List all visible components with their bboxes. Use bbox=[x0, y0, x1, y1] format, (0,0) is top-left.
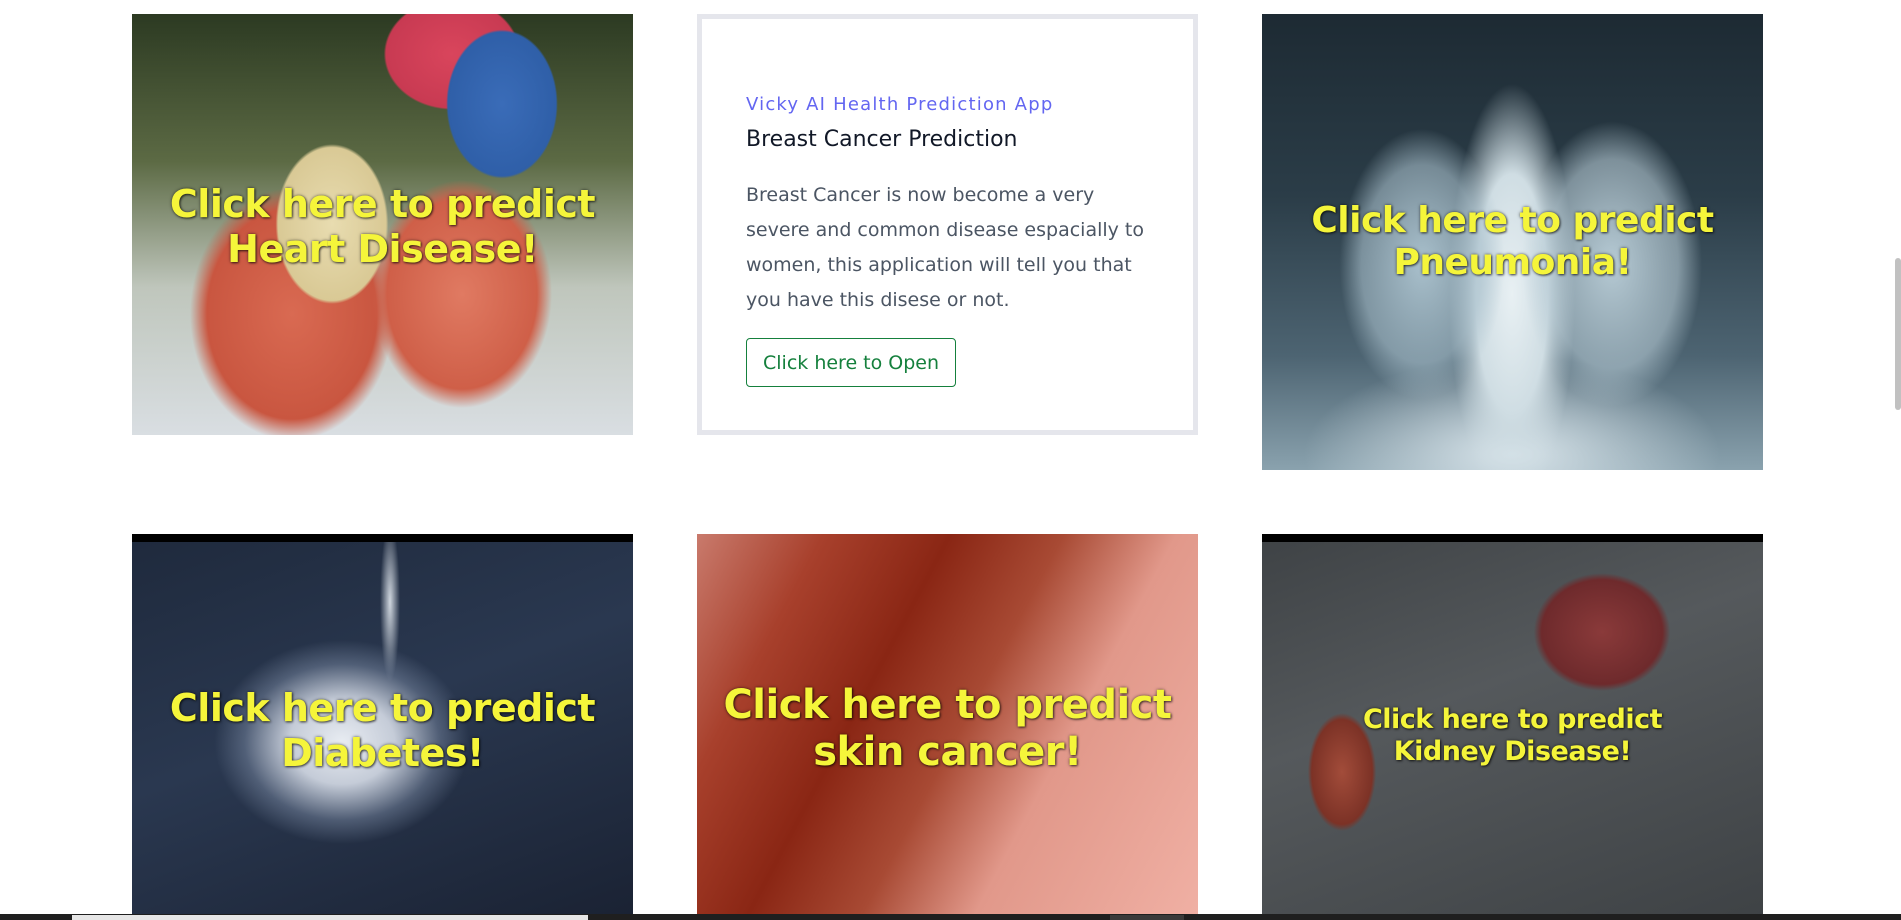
caption-line: Click here to predict bbox=[169, 182, 596, 226]
kidney-disease-caption: Click here to predict Kidney Disease! bbox=[1262, 704, 1763, 768]
app-brand: Vicky AI Health Prediction App bbox=[746, 94, 1054, 115]
scrollbar-segment bbox=[1110, 915, 1184, 920]
card-title: Breast Cancer Prediction bbox=[746, 127, 1018, 152]
card-description: Breast Cancer is now become a very sever… bbox=[746, 184, 1144, 311]
diabetes-caption: Click here to predict Diabetes! bbox=[132, 686, 633, 776]
caption-line: Click here to predict bbox=[169, 686, 596, 730]
caption-line: Click here to predict bbox=[1311, 200, 1714, 241]
scrollbar-thumb[interactable] bbox=[72, 915, 588, 920]
caption-line: Click here to predict bbox=[1362, 704, 1663, 735]
caption-line: skin cancer! bbox=[813, 729, 1082, 776]
kidney-disease-card[interactable]: Click here to predict Kidney Disease! bbox=[1262, 534, 1763, 920]
breast-cancer-card: Vicky AI Health Prediction App Breast Ca… bbox=[697, 14, 1198, 435]
horizontal-scrollbar[interactable] bbox=[0, 914, 1901, 920]
diabetes-card[interactable]: Click here to predict Diabetes! bbox=[132, 534, 633, 920]
pneumonia-caption: Click here to predict Pneumonia! bbox=[1262, 200, 1763, 285]
skin-cancer-caption: Click here to predict skin cancer! bbox=[697, 682, 1198, 776]
scrollbar-thumb[interactable] bbox=[1895, 258, 1901, 410]
caption-line: Kidney Disease! bbox=[1393, 735, 1632, 767]
skin-cancer-card[interactable]: Click here to predict skin cancer! bbox=[697, 534, 1198, 920]
vertical-scrollbar[interactable] bbox=[1895, 0, 1901, 920]
heart-disease-card[interactable]: Click here to predict Heart Disease! bbox=[132, 14, 633, 435]
caption-line: Click here to predict bbox=[723, 682, 1172, 728]
pneumonia-card[interactable]: Click here to predict Pneumonia! bbox=[1262, 14, 1763, 470]
caption-line: Heart Disease! bbox=[227, 226, 538, 271]
heart-disease-caption: Click here to predict Heart Disease! bbox=[132, 182, 633, 272]
caption-line: Pneumonia! bbox=[1393, 242, 1632, 284]
caption-line: Diabetes! bbox=[281, 730, 484, 775]
page: Click here to predict Heart Disease! Vic… bbox=[0, 0, 1901, 920]
open-button[interactable]: Click here to Open bbox=[746, 338, 957, 387]
